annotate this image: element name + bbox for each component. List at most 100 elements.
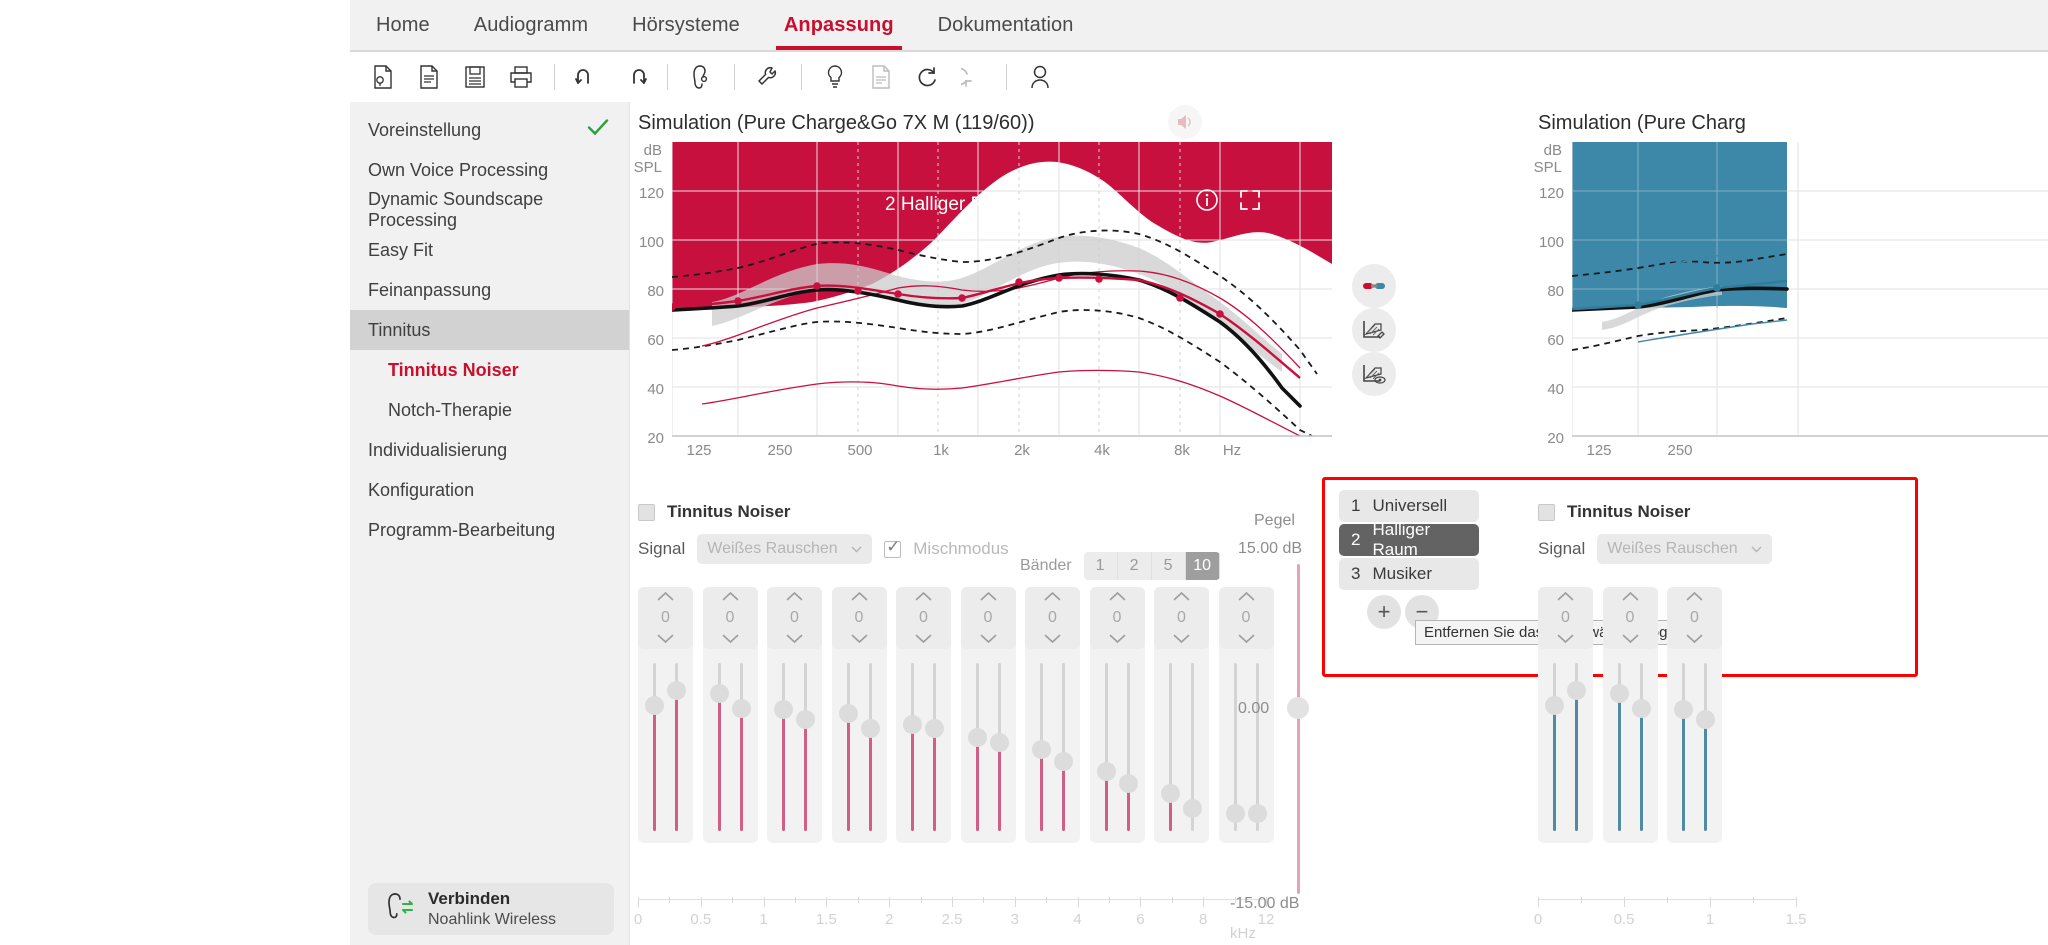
- band-slider-knob[interactable]: [838, 704, 858, 724]
- stepper-down-icon[interactable]: [980, 632, 997, 647]
- band-slider-knob[interactable]: [1096, 762, 1116, 782]
- sidebar-subitem-tinnitus-noiser[interactable]: Tinnitus Noiser: [350, 350, 629, 390]
- wrench-icon[interactable]: [745, 57, 791, 97]
- baender-option-5[interactable]: 5: [1151, 552, 1186, 580]
- stepper-up-icon[interactable]: [1557, 589, 1574, 604]
- pegel-slider-track[interactable]: [1297, 564, 1300, 894]
- sidebar-item-tinnitus[interactable]: Tinnitus: [350, 310, 629, 350]
- sidebar-item-dynamic-soundscape-processing[interactable]: Dynamic Soundscape Processing: [350, 189, 629, 230]
- topnav-item-anpassung[interactable]: Anpassung: [762, 0, 916, 50]
- band-slider-knob[interactable]: [709, 683, 729, 703]
- band-slider-knob[interactable]: [1225, 803, 1245, 823]
- stepper-down-icon[interactable]: [1238, 632, 1255, 647]
- topnav-item-home[interactable]: Home: [354, 0, 452, 50]
- redo-icon[interactable]: [611, 57, 657, 97]
- band-slider-knob[interactable]: [1609, 683, 1629, 703]
- band-slider-knob[interactable]: [860, 719, 880, 739]
- stepper-up-icon[interactable]: [1044, 589, 1061, 604]
- band-slider-knob[interactable]: [1696, 710, 1715, 730]
- band-slider-knob[interactable]: [1183, 799, 1202, 819]
- expand-icon[interactable]: [1238, 188, 1262, 217]
- stepper-up-icon[interactable]: [1173, 589, 1190, 604]
- band-slider-knob[interactable]: [774, 700, 793, 719]
- band-slider-knob[interactable]: [731, 698, 751, 718]
- left-signal-select[interactable]: Weißes Rauschen: [697, 534, 873, 564]
- band-slider-knob[interactable]: [1247, 803, 1267, 823]
- stepper-down-icon[interactable]: [1557, 632, 1574, 647]
- stepper-down-icon[interactable]: [1044, 632, 1061, 647]
- info-icon[interactable]: [1195, 188, 1219, 217]
- topnav-item-audiogramm[interactable]: Audiogramm: [452, 0, 610, 50]
- stepper-up-icon[interactable]: [915, 589, 932, 604]
- stepper-down-icon[interactable]: [915, 632, 932, 647]
- program-item-3[interactable]: 3 Musiker: [1339, 558, 1479, 590]
- band-slider-knob[interactable]: [1054, 751, 1073, 771]
- stepper-up-icon[interactable]: [657, 589, 674, 604]
- sidebar-item-konfiguration[interactable]: Konfiguration: [350, 470, 629, 510]
- stepper-up-icon[interactable]: [1622, 589, 1639, 604]
- band-slider-knob[interactable]: [967, 728, 987, 748]
- right-noiser-checkbox[interactable]: [1538, 503, 1555, 521]
- curve-edit-icon[interactable]: [1352, 308, 1396, 352]
- stepper-down-icon[interactable]: [1622, 632, 1639, 647]
- program-item-1[interactable]: 1 Universell: [1339, 490, 1479, 522]
- sidebar-item-voreinstellung[interactable]: Voreinstellung: [350, 110, 629, 150]
- pegel-slider-knob[interactable]: [1287, 697, 1309, 719]
- band-slider-knob[interactable]: [903, 714, 922, 734]
- baender-option-10[interactable]: 10: [1185, 552, 1220, 580]
- curve-view-icon[interactable]: [1352, 352, 1396, 396]
- baender-option-1[interactable]: 1: [1083, 552, 1118, 580]
- sidebar-item-easy-fit[interactable]: Easy Fit: [350, 230, 629, 270]
- band-slider-knob[interactable]: [645, 695, 664, 715]
- sidebar-item-own-voice-processing[interactable]: Own Voice Processing: [350, 150, 629, 190]
- stepper-up-icon[interactable]: [722, 589, 739, 604]
- refresh-icon[interactable]: [950, 57, 996, 97]
- stepper-up-icon[interactable]: [786, 589, 803, 604]
- undo-icon[interactable]: [565, 57, 611, 97]
- stepper-down-icon[interactable]: [786, 632, 803, 647]
- speaker-icon[interactable]: [1168, 105, 1202, 139]
- baender-option-2[interactable]: 2: [1117, 552, 1152, 580]
- hearing-aid-icon[interactable]: [678, 57, 724, 97]
- bulb-icon[interactable]: [812, 57, 858, 97]
- band-slider-knob[interactable]: [1161, 784, 1180, 804]
- sidebar-item-feinanpassung[interactable]: Feinanpassung: [350, 270, 629, 310]
- band-slider-knob[interactable]: [1567, 680, 1586, 700]
- band-slider-knob[interactable]: [1545, 695, 1564, 715]
- stepper-down-icon[interactable]: [1173, 632, 1190, 647]
- stepper-up-icon[interactable]: [980, 589, 997, 604]
- left-noiser-checkbox[interactable]: [638, 503, 655, 521]
- stepper-down-icon[interactable]: [657, 632, 674, 647]
- stepper-up-icon[interactable]: [1238, 589, 1255, 604]
- mischmodus-checkbox[interactable]: [884, 537, 902, 558]
- band-slider-knob[interactable]: [667, 680, 686, 700]
- band-slider-knob[interactable]: [1032, 739, 1051, 759]
- stepper-up-icon[interactable]: [1109, 589, 1126, 604]
- stepper-down-icon[interactable]: [851, 632, 868, 647]
- sidebar-item-programm-bearbeitung[interactable]: Programm-Bearbeitung: [350, 510, 629, 550]
- new-document-icon[interactable]: [360, 57, 406, 97]
- stepper-down-icon[interactable]: [1686, 632, 1703, 647]
- stepper-up-icon[interactable]: [1686, 589, 1703, 604]
- band-slider-knob[interactable]: [1674, 700, 1693, 719]
- band-slider-knob[interactable]: [1118, 774, 1138, 793]
- stepper-up-icon[interactable]: [851, 589, 868, 604]
- connect-button[interactable]: Verbinden Noahlink Wireless: [368, 883, 614, 935]
- report-icon[interactable]: [858, 57, 904, 97]
- right-simulation-chart[interactable]: dB SPL 120 100 80 60 40 20 125 250: [1530, 142, 2048, 462]
- left-simulation-chart[interactable]: dB SPL 120 100 80 60 40 20 2 Halliger Ra…: [630, 142, 1332, 462]
- sidebar-item-individualisierung[interactable]: Individualisierung: [350, 430, 629, 470]
- save-icon[interactable]: [452, 57, 498, 97]
- band-slider-knob[interactable]: [925, 719, 944, 739]
- stepper-down-icon[interactable]: [1109, 632, 1126, 647]
- stepper-down-icon[interactable]: [722, 632, 739, 647]
- right-signal-select[interactable]: Weißes Rauschen: [1597, 534, 1773, 564]
- band-slider-knob[interactable]: [796, 710, 815, 730]
- link-icon[interactable]: [1352, 264, 1396, 308]
- topnav-item-h-rsysteme[interactable]: Hörsysteme: [610, 0, 762, 50]
- reset-icon[interactable]: [904, 57, 950, 97]
- program-item-2[interactable]: 2 Halliger Raum: [1339, 520, 1479, 559]
- user-icon[interactable]: [1017, 57, 1063, 97]
- topnav-item-dokumentation[interactable]: Dokumentation: [916, 0, 1096, 50]
- document-icon[interactable]: [406, 57, 452, 97]
